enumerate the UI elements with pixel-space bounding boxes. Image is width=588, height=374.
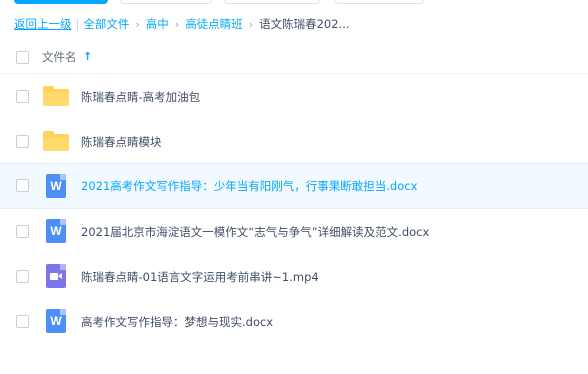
file-name[interactable]: 高考作文写作指导：梦想与现实.docx bbox=[81, 314, 273, 330]
chevron-right-icon: › bbox=[135, 17, 140, 31]
file-name[interactable]: 陈瑞春点睛-高考加油包 bbox=[81, 89, 200, 105]
row-checkbox[interactable] bbox=[16, 90, 29, 103]
separator: | bbox=[75, 17, 80, 31]
chevron-right-icon: › bbox=[248, 17, 254, 31]
file-row[interactable]: 陈瑞春点睛-高考加油包 bbox=[0, 74, 588, 119]
file-name[interactable]: 2021高考作文写作指导：少年当有阳刚气，行事果断敢担当.docx bbox=[81, 178, 417, 194]
chevron-right-icon: › bbox=[174, 17, 180, 31]
file-row[interactable]: W 2021届北京市海淀语文一模作文“志气与争气”详细解读及范文.docx bbox=[0, 209, 588, 254]
row-checkbox[interactable] bbox=[16, 270, 29, 283]
row-checkbox[interactable] bbox=[16, 135, 29, 148]
toolbar-button[interactable] bbox=[224, 0, 320, 4]
file-row[interactable]: 陈瑞春点睛-01语言文字运用考前串讲~1.mp4 bbox=[0, 254, 588, 299]
row-checkbox[interactable] bbox=[16, 225, 29, 238]
arrow-up-icon[interactable]: ↑ bbox=[83, 50, 92, 63]
file-name[interactable]: 陈瑞春点睛模块 bbox=[81, 134, 162, 150]
row-checkbox[interactable] bbox=[16, 315, 29, 328]
file-name[interactable]: 2021届北京市海淀语文一模作文“志气与争气”详细解读及范文.docx bbox=[81, 224, 429, 240]
file-row[interactable]: 陈瑞春点睛模块 bbox=[0, 119, 588, 164]
breadcrumb-item-all-files[interactable]: 全部文件 bbox=[83, 16, 129, 32]
file-row-selected[interactable]: W 2021高考作文写作指导：少年当有阳刚气，行事果断敢担当.docx bbox=[0, 163, 588, 209]
breadcrumb-current: 语文陈瑞春202... bbox=[259, 17, 350, 31]
toolbar bbox=[0, 0, 588, 6]
toolbar-button[interactable] bbox=[334, 0, 424, 4]
upload-button[interactable] bbox=[14, 0, 108, 4]
column-header-filename[interactable]: 文件名 bbox=[42, 49, 77, 65]
file-list-header: 文件名 ↑ bbox=[0, 40, 588, 74]
file-row[interactable]: W 高考作文写作指导：梦想与现实.docx bbox=[0, 299, 588, 344]
select-all-checkbox[interactable] bbox=[16, 51, 29, 64]
back-link[interactable]: 返回上一级 bbox=[14, 16, 72, 32]
row-checkbox[interactable] bbox=[16, 179, 29, 192]
toolbar-button[interactable] bbox=[120, 0, 212, 4]
breadcrumb-item-high-school[interactable]: 高中 bbox=[146, 16, 169, 32]
file-name[interactable]: 陈瑞春点睛-01语言文字运用考前串讲~1.mp4 bbox=[81, 269, 319, 285]
breadcrumb-item-class[interactable]: 高徒点睛班 bbox=[185, 16, 243, 32]
breadcrumb: 返回上一级 | 全部文件 › 高中 › 高徒点睛班 › 语文陈瑞春202... bbox=[14, 15, 350, 33]
